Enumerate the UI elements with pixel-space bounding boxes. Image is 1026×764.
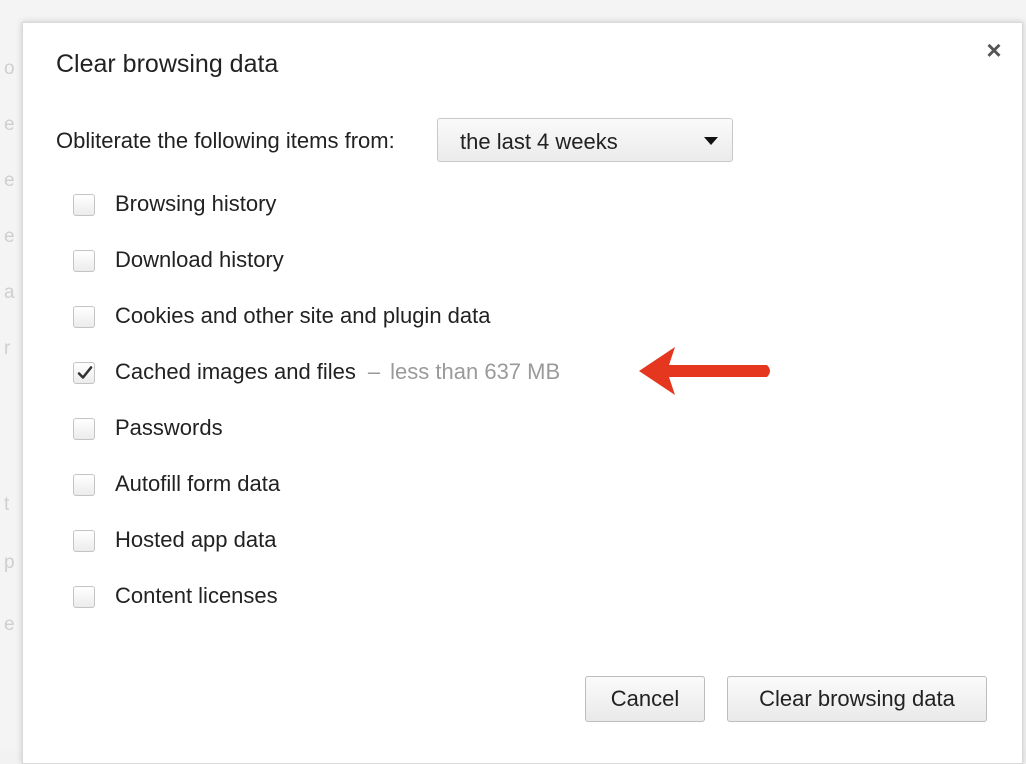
background-text-fragment: r bbox=[4, 338, 11, 359]
checkmark-icon bbox=[77, 366, 93, 379]
hosted-app-data-checkbox[interactable] bbox=[73, 530, 95, 552]
cached-images-label: Cached images and files bbox=[115, 359, 356, 384]
cached-images-checkbox[interactable] bbox=[73, 362, 95, 384]
background-text-fragment: e bbox=[4, 226, 15, 247]
item-label: Content licenses bbox=[115, 583, 278, 608]
dialog-title: Clear browsing data bbox=[56, 50, 279, 78]
cache-size-text: less than 637 MB bbox=[390, 359, 561, 384]
time-range-value: the last 4 weeks bbox=[460, 129, 618, 154]
item-label: Cookies and other site and plugin data bbox=[115, 303, 491, 328]
left-arrow-icon bbox=[639, 347, 770, 395]
browsing-history-checkbox[interactable] bbox=[73, 194, 95, 216]
item-label: Passwords bbox=[115, 415, 223, 440]
passwords-checkbox[interactable] bbox=[73, 418, 95, 440]
item-label: Download history bbox=[115, 247, 284, 272]
background-text-fragment: p bbox=[4, 552, 15, 573]
separator-dash: – bbox=[367, 359, 381, 384]
background-text-fragment: o bbox=[4, 58, 15, 79]
clear-browsing-data-button[interactable]: Clear browsing data bbox=[727, 676, 987, 722]
background-text-fragment: e bbox=[4, 170, 15, 191]
cancel-button[interactable]: Cancel bbox=[585, 676, 705, 722]
close-icon[interactable]: × bbox=[981, 37, 1007, 63]
time-range-select[interactable]: the last 4 weeks bbox=[437, 118, 733, 162]
download-history-checkbox[interactable] bbox=[73, 250, 95, 272]
clear-browsing-data-dialog: Clear browsing data × Obliterate the fol… bbox=[22, 22, 1023, 764]
time-range-label: Obliterate the following items from: bbox=[56, 128, 395, 153]
background-text-fragment: a bbox=[4, 282, 15, 303]
item-label: Hosted app data bbox=[115, 527, 277, 552]
item-label: Cached images and files – less than 637 MB bbox=[115, 359, 560, 385]
content-licenses-checkbox[interactable] bbox=[73, 586, 95, 608]
item-label: Autofill form data bbox=[115, 471, 281, 496]
chevron-down-icon bbox=[704, 137, 718, 145]
item-label: Browsing history bbox=[115, 191, 277, 216]
autofill-checkbox[interactable] bbox=[73, 474, 95, 496]
background-text-fragment: e bbox=[4, 114, 15, 135]
background-text-fragment: e bbox=[4, 614, 15, 635]
background-text-fragment: t bbox=[4, 494, 10, 515]
cookies-checkbox[interactable] bbox=[73, 306, 95, 328]
